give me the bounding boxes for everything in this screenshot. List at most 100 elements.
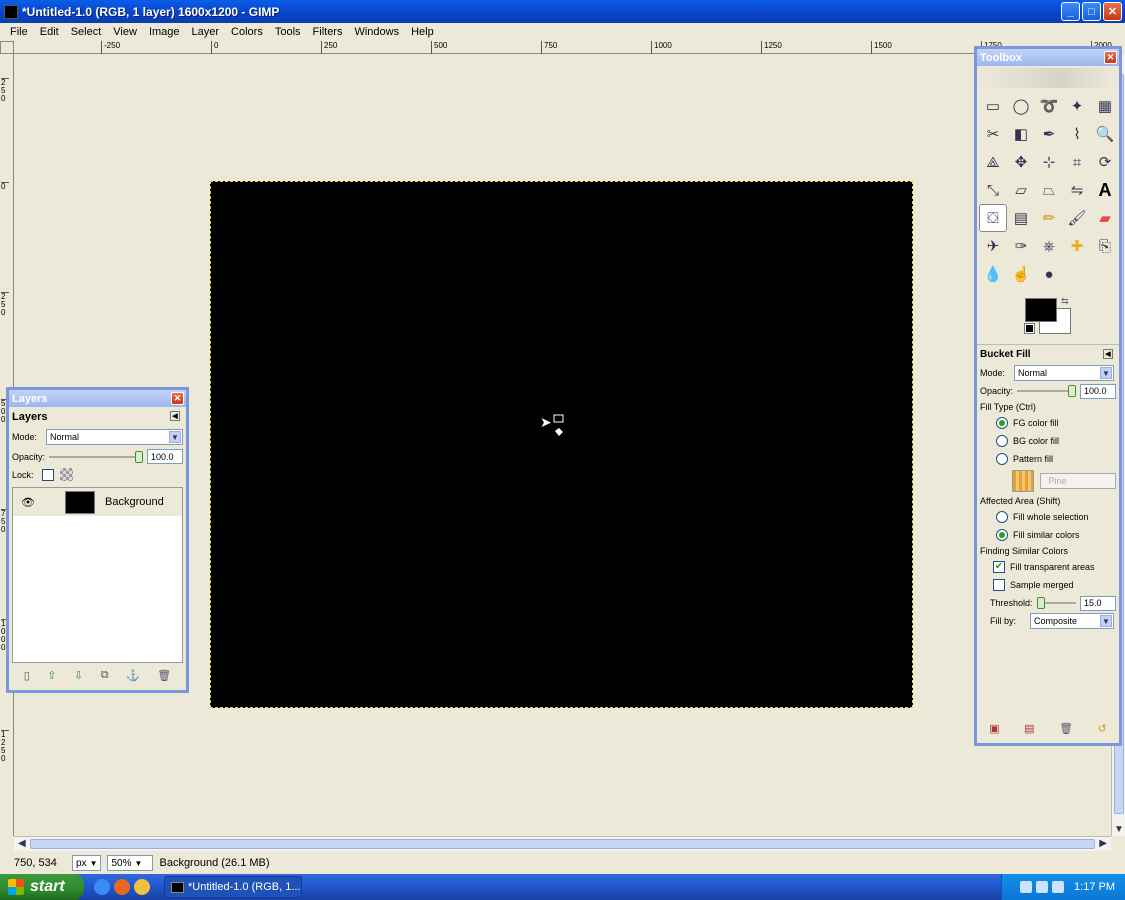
select-by-color-icon[interactable]: ▦ [1091, 92, 1119, 120]
threshold-slider[interactable] [1036, 597, 1076, 609]
default-colors-icon[interactable] [1024, 323, 1035, 334]
rect-select-icon[interactable]: ▭ [979, 92, 1007, 120]
layer-list[interactable]: 👁 Background [12, 487, 183, 663]
menu-select[interactable]: Select [65, 26, 108, 38]
color-picker-icon[interactable]: ⌇ [1063, 120, 1091, 148]
zoom-icon[interactable]: 🔍 [1091, 120, 1119, 148]
fuzzy-select-icon[interactable]: ✦ [1063, 92, 1091, 120]
ink-icon[interactable]: ✑ [1007, 232, 1035, 260]
menu-image[interactable]: Image [143, 26, 186, 38]
menu-help[interactable]: Help [405, 26, 440, 38]
delete-layer-icon[interactable]: 🗑 [157, 669, 171, 682]
menu-layer[interactable]: Layer [186, 26, 226, 38]
rotate-icon[interactable]: ⟳ [1091, 148, 1119, 176]
paintbrush-icon[interactable]: 🖌 [1063, 204, 1091, 232]
slider-handle[interactable] [135, 450, 143, 463]
visibility-eye-icon[interactable]: 👁 [21, 496, 35, 509]
eraser-icon[interactable]: ▰ [1091, 204, 1119, 232]
menu-edit[interactable]: Edit [34, 26, 65, 38]
close-icon[interactable]: ✕ [1104, 51, 1117, 64]
clone-icon[interactable]: ⎈ [1035, 232, 1063, 260]
scroll-left-icon[interactable]: ◀ [18, 838, 26, 849]
close-button[interactable]: ✕ [1103, 2, 1122, 21]
slider-handle[interactable] [1068, 385, 1076, 397]
lock-pixels-checkbox[interactable] [42, 468, 54, 481]
reset-options-icon[interactable]: ↺ [1098, 722, 1107, 735]
security-icon[interactable] [1052, 881, 1065, 893]
horizontal-scroll-thumb[interactable] [30, 839, 1095, 849]
sample-merged-checkbox[interactable] [993, 579, 1005, 591]
new-layer-icon[interactable]: ▯ [24, 669, 30, 682]
fill-fg-option[interactable]: FG color fill [977, 414, 1119, 432]
blend-icon[interactable]: ▤ [1007, 204, 1035, 232]
fill-similar-option[interactable]: Fill similar colors [977, 526, 1119, 544]
paths-icon[interactable]: ✒ [1035, 120, 1063, 148]
free-select-icon[interactable]: ➰ [1035, 92, 1063, 120]
scissors-select-icon[interactable]: ✂ [979, 120, 1007, 148]
taskbar-gimp-window[interactable]: *Untitled-1.0 (RGB, 1... [164, 876, 302, 898]
ie-icon[interactable] [94, 879, 110, 895]
fill-similar-radio[interactable] [996, 529, 1008, 541]
dodge-burn-icon[interactable]: ● [1035, 260, 1063, 288]
tool-opacity-spinner[interactable]: 100.0 [1080, 383, 1116, 399]
crop-icon[interactable]: ⌗ [1063, 148, 1091, 176]
unit-select[interactable]: px ▼ [72, 855, 102, 871]
tab-menu-icon[interactable]: ◀ [170, 411, 180, 421]
restore-options-icon[interactable]: ▤ [1024, 722, 1034, 735]
layer-row[interactable]: 👁 Background [13, 488, 182, 516]
opacity-spinner[interactable]: 100.0 [147, 449, 183, 464]
fill-bg-radio[interactable] [996, 435, 1008, 447]
minimize-button[interactable]: _ [1061, 2, 1080, 21]
horizontal-scrollbar[interactable]: ◀ ▶ [14, 836, 1111, 851]
lower-layer-icon[interactable]: ⇩ [74, 669, 83, 682]
slider-handle[interactable] [1036, 597, 1045, 609]
menu-file[interactable]: File [4, 26, 34, 38]
scroll-right-icon[interactable]: ▶ [1099, 838, 1107, 849]
firefox-icon[interactable] [114, 879, 130, 895]
tool-mode-select[interactable]: Normal ▼ [1014, 365, 1114, 381]
fill-fg-radio[interactable] [996, 417, 1008, 429]
save-options-icon[interactable]: ▣ [989, 722, 999, 735]
foreground-color-swatch[interactable] [1025, 298, 1057, 322]
layer-name[interactable]: Background [105, 496, 164, 508]
text-icon[interactable]: A [1091, 176, 1119, 204]
heal-icon[interactable]: ✚ [1063, 232, 1091, 260]
smudge-icon[interactable]: ☝ [1007, 260, 1035, 288]
blur-icon[interactable]: 💧 [979, 260, 1007, 288]
menu-tools[interactable]: Tools [269, 26, 307, 38]
measure-icon[interactable]: ⟁ [979, 148, 1007, 176]
duplicate-layer-icon[interactable]: ⧉ [101, 669, 109, 682]
layers-dialog-titlebar[interactable]: Layers ✕ [9, 390, 186, 407]
menu-view[interactable]: View [107, 26, 143, 38]
lock-alpha-icon[interactable] [60, 468, 73, 481]
fill-whole-radio[interactable] [996, 511, 1008, 523]
scale-icon[interactable]: ⤡ [979, 176, 1007, 204]
menu-filters[interactable]: Filters [307, 26, 349, 38]
toolbox-titlebar[interactable]: Toolbox ✕ [977, 49, 1119, 66]
align-icon[interactable]: ⊹ [1035, 148, 1063, 176]
ruler-top[interactable]: -250 0 250 500 750 1000 1250 1500 1750 2… [14, 41, 1114, 54]
fill-whole-option[interactable]: Fill whole selection [977, 508, 1119, 526]
airbrush-icon[interactable]: ✈ [979, 232, 1007, 260]
opacity-slider[interactable] [49, 450, 143, 463]
media-player-icon[interactable] [134, 879, 150, 895]
volume-icon[interactable] [1036, 881, 1049, 893]
pattern-swatch[interactable] [1012, 470, 1034, 492]
window-titlebar[interactable]: *Untitled-1.0 (RGB, 1 layer) 1600x1200 -… [0, 0, 1125, 23]
ellipse-select-icon[interactable]: ◯ [1007, 92, 1035, 120]
image-canvas[interactable] [210, 181, 913, 708]
flip-icon[interactable]: ⇋ [1063, 176, 1091, 204]
layer-mode-select[interactable]: Normal ▼ [46, 429, 183, 445]
move-icon[interactable]: ✥ [1007, 148, 1035, 176]
fill-bg-option[interactable]: BG color fill [977, 432, 1119, 450]
fill-transparent-checkbox[interactable]: ✔ [993, 561, 1005, 573]
scroll-down-icon[interactable]: ▼ [1114, 824, 1124, 835]
menu-windows[interactable]: Windows [348, 26, 405, 38]
perspective-icon[interactable]: ⏢ [1035, 176, 1063, 204]
anchor-layer-icon[interactable]: ⚓ [126, 669, 140, 682]
shear-icon[interactable]: ▱ [1007, 176, 1035, 204]
close-icon[interactable]: ✕ [171, 392, 184, 405]
start-button[interactable]: start [0, 874, 84, 900]
fill-pattern-radio[interactable] [996, 453, 1008, 465]
fill-pattern-option[interactable]: Pattern fill [977, 450, 1119, 468]
